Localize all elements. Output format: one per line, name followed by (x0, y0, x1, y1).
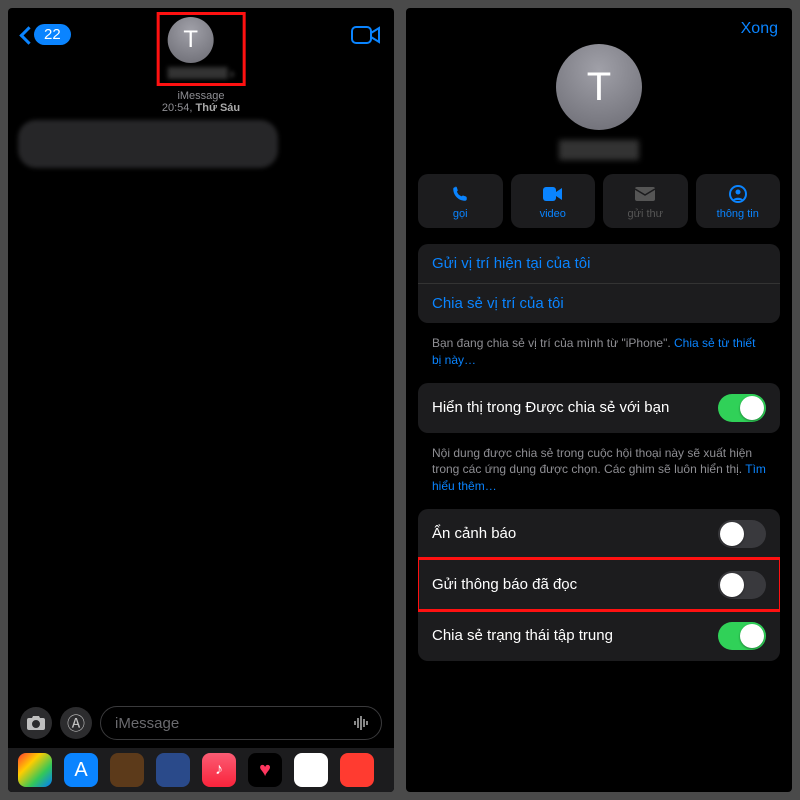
focus-status-toggle[interactable] (718, 622, 766, 650)
video-icon (543, 184, 563, 204)
memoji2-app-icon[interactable] (156, 753, 190, 787)
message-timestamp: iMessage 20:54, Thứ Sáu (18, 90, 384, 114)
hide-alerts-row: Ẩn cảnh báo (418, 509, 780, 559)
alerts-group: Ẩn cảnh báo Gửi thông báo đã đọc Chia sẻ… (418, 509, 780, 661)
video-icon (350, 24, 382, 46)
contact-name-row (168, 65, 235, 81)
video-button[interactable]: video (511, 174, 596, 228)
shared-footnote: Nội dung được chia sẻ trong cuộc hội tho… (418, 441, 780, 509)
conversation-header: 22 T (8, 8, 394, 78)
read-receipts-toggle[interactable] (718, 571, 766, 599)
hide-alerts-toggle[interactable] (718, 520, 766, 548)
imessage-app-drawer[interactable]: A ♪ ♥ (8, 748, 394, 792)
contact-actions: gọi video gửi thư thông tin (418, 174, 780, 228)
phone-icon (451, 184, 469, 204)
show-in-shared-label: Hiển thị trong Được chia sẻ với bạn (432, 399, 669, 416)
read-receipts-row: Gửi thông báo đã đọc (418, 559, 780, 610)
contact-detail-screen: Xong T gọi video gửi thư thông tin (406, 8, 792, 792)
hide-alerts-label: Ẩn cảnh báo (432, 525, 516, 542)
highlight-box: T (157, 12, 246, 86)
app-store-button[interactable]: Ⓐ (60, 707, 92, 739)
conversation-body[interactable]: iMessage 20:54, Thứ Sáu (8, 78, 394, 698)
mail-button: gửi thư (603, 174, 688, 228)
messages-conversation-screen: 22 T iMessage 20:54, Thứ Sáu (8, 8, 394, 792)
appstore-app-icon[interactable]: A (64, 753, 98, 787)
avatar: T (168, 17, 214, 63)
more-app-icon[interactable] (340, 753, 374, 787)
maps-app-icon[interactable] (294, 753, 328, 787)
memoji-app-icon[interactable] (110, 753, 144, 787)
detail-header: Xong (406, 8, 792, 44)
contact-header-button[interactable]: T (157, 12, 246, 86)
message-input[interactable]: iMessage (100, 706, 382, 740)
info-button[interactable]: thông tin (696, 174, 781, 228)
contact-name (559, 140, 639, 160)
read-receipts-label: Gửi thông báo đã đọc (432, 576, 577, 593)
appstore-icon: Ⓐ (67, 710, 85, 736)
person-icon (729, 184, 747, 204)
unread-badge: 22 (34, 24, 71, 45)
chevron-right-icon (230, 65, 235, 81)
done-button[interactable]: Xong (741, 20, 778, 38)
waveform-icon (352, 713, 372, 733)
contact-avatar-section: T (418, 44, 780, 160)
location-group: Gửi vị trí hiện tại của tôi Chia sẻ vị t… (418, 244, 780, 323)
show-in-shared-row: Hiển thị trong Được chia sẻ với bạn (418, 383, 780, 433)
input-placeholder: iMessage (115, 715, 179, 732)
share-location-button[interactable]: Chia sẻ vị trí của tôi (418, 283, 780, 323)
mail-icon (635, 184, 655, 204)
camera-button[interactable] (20, 707, 52, 739)
avatar: T (556, 44, 642, 130)
send-current-location-button[interactable]: Gửi vị trí hiện tại của tôi (418, 244, 780, 283)
camera-icon (27, 715, 45, 731)
dictation-button[interactable] (349, 710, 375, 736)
message-bubble[interactable] (18, 120, 278, 168)
message-input-bar: Ⓐ iMessage (8, 698, 394, 748)
location-footnote: Bạn đang chia sẻ vị trí của mình từ "iPh… (418, 331, 780, 383)
photos-app-icon[interactable] (18, 753, 52, 787)
shared-with-you-group: Hiển thị trong Được chia sẻ với bạn (418, 383, 780, 433)
fitness-app-icon[interactable]: ♥ (248, 753, 282, 787)
detail-content[interactable]: T gọi video gửi thư thông tin Gửi vị trí (406, 44, 792, 792)
music-app-icon[interactable]: ♪ (202, 753, 236, 787)
facetime-button[interactable] (350, 24, 382, 51)
chevron-left-icon (20, 25, 32, 45)
call-button[interactable]: gọi (418, 174, 503, 228)
show-in-shared-toggle[interactable] (718, 394, 766, 422)
back-button[interactable]: 22 (20, 24, 71, 45)
focus-status-label: Chia sẻ trạng thái tập trung (432, 627, 613, 644)
focus-status-row: Chia sẻ trạng thái tập trung (418, 610, 780, 661)
